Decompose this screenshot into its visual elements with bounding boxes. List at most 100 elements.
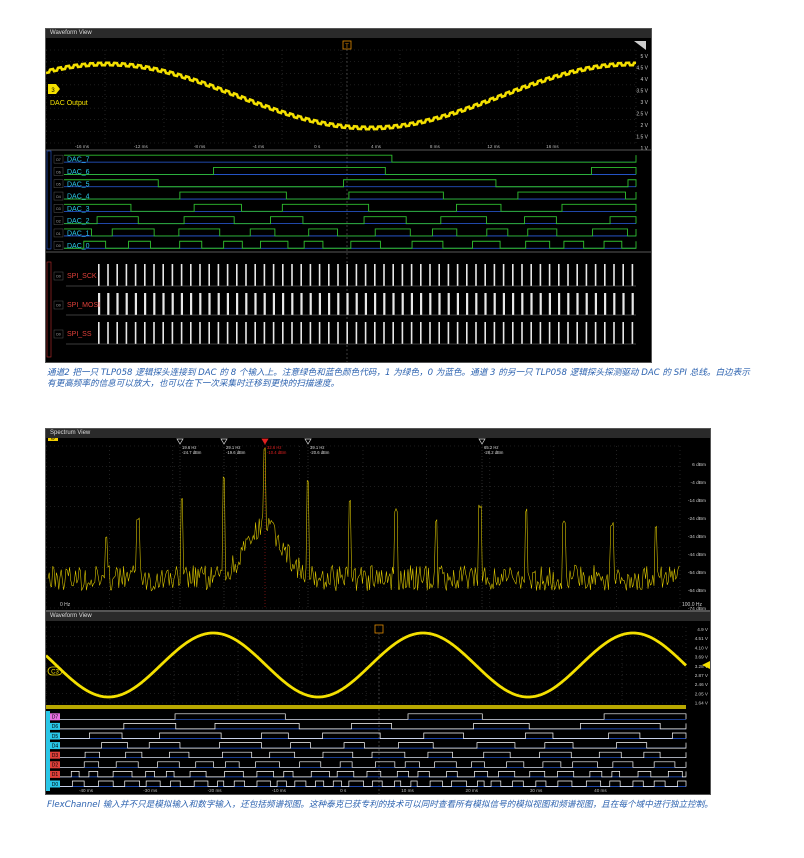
digital-trace-dac_0: [64, 240, 637, 249]
spi-edge-mark: [466, 322, 468, 344]
digital-tag: D1: [52, 772, 59, 778]
spi-edge-mark: [134, 293, 137, 315]
digital-tag: D0: [56, 244, 61, 248]
spi-edge-mark: [374, 264, 376, 286]
digital-tag: D6: [56, 170, 61, 174]
digital-label: DAC_5: [67, 181, 90, 188]
analog-y-tick: 1.5 V: [636, 135, 648, 141]
spi-edge-mark: [447, 293, 450, 315]
spectrum-marker-level: -20.6 dBm: [310, 450, 330, 455]
spi-edge-mark: [208, 264, 210, 286]
bus-bracket: [46, 711, 50, 791]
spi-edge-mark: [466, 293, 469, 315]
digital-tag: D3: [56, 207, 61, 211]
spectrum-canvas[interactable]: b 6 dBm -4 dBm -14 dBm -24 dBm -34 dBm -44 dBm…: [46, 438, 710, 610]
spi-edge-mark: [484, 293, 487, 315]
spi-edge-mark: [282, 322, 284, 344]
spi-edge-mark: [604, 264, 606, 286]
spi-edge-mark: [226, 264, 229, 286]
digital-tag: D4: [52, 743, 59, 749]
spi-edge-mark: [236, 322, 238, 344]
spi-edge-mark: [144, 322, 146, 344]
digital-trace-dac_6: [64, 167, 637, 175]
spi-edge-mark: [456, 264, 459, 286]
spi-edge-mark: [328, 322, 330, 344]
spi-edge-mark: [429, 322, 431, 344]
spi-edge-mark: [429, 264, 431, 286]
digital-label: DAC_3: [67, 206, 90, 213]
spi-edge-mark: [383, 264, 385, 286]
bottom-y-tick: 4.9 V: [697, 627, 709, 632]
spi-edge-mark: [567, 293, 570, 315]
spectrum-y-tick: -64 dBm: [688, 588, 706, 594]
spi-edge-mark: [300, 264, 302, 286]
bottom-y-tick: 4.51 V: [695, 636, 709, 641]
spi-edge-mark: [576, 322, 578, 344]
bottom-x-tick: -20 ms: [208, 788, 223, 793]
spi-edge-mark: [383, 293, 386, 315]
digital-label: DAC_6: [67, 169, 90, 176]
dac-output-label: DAC Output: [50, 100, 88, 107]
spi-edge-mark: [346, 322, 348, 344]
spi-edge-mark: [282, 264, 284, 286]
spi-edge-mark: [410, 322, 413, 344]
spi-edge-mark: [502, 264, 505, 286]
spi-edge-mark: [484, 322, 486, 344]
top-waveform-canvas[interactable]: T5 V4.5 V4 V3.5 V3 V2.5 V2 V1.5 V1 V-16 …: [46, 38, 651, 362]
spi-edge-mark: [548, 293, 551, 315]
spi-edge-mark: [585, 264, 588, 286]
spectrum-marker-icon: [261, 438, 269, 445]
spi-edge-mark: [585, 322, 588, 344]
digital-label: DAC_4: [67, 194, 90, 201]
spi-edge-mark: [190, 293, 193, 315]
digital-tag: D1: [56, 232, 61, 236]
caption-bottom: FlexChannel 输入并不只是模拟输入和数字输入，还包括频谱视图。这种泰克…: [47, 800, 777, 811]
digital-tag: D5: [56, 183, 61, 187]
spi-edge-mark: [254, 293, 257, 315]
digital-trace-dac_3: [64, 203, 637, 212]
spi-edge-mark: [512, 322, 514, 344]
spi-edge-mark: [199, 293, 202, 315]
spi-edge-mark: [291, 293, 294, 315]
bottom-x-tick: 20 ms: [466, 788, 479, 793]
spi-edge-mark: [309, 264, 312, 286]
digital-trace-dac_2: [64, 216, 637, 225]
spi-edge-mark: [116, 322, 118, 344]
spi-edge-mark: [576, 264, 578, 286]
spi-edge-mark: [144, 264, 146, 286]
spi-edge-mark: [337, 264, 339, 286]
spi-edge-mark: [355, 264, 358, 286]
bottom-x-tick: -30 ms: [143, 788, 158, 793]
spi-edge-mark: [567, 322, 569, 344]
spi-edge-mark: [309, 322, 312, 344]
digital-tag: D6: [52, 724, 59, 730]
bottom-waveform-canvas[interactable]: 4.9 V4.51 V4.10 V3.69 V3.28 V2.87 V2.46 …: [46, 621, 710, 794]
spi-edge-mark: [263, 322, 266, 344]
spi-edge-mark: [116, 293, 119, 315]
analog-x-tick: 8 ms: [430, 144, 441, 149]
digital-trace: [60, 732, 687, 739]
spi-edge-mark: [521, 264, 523, 286]
spi-edge-mark: [125, 322, 128, 344]
bottom-view-title: Waveform View: [50, 613, 92, 619]
spi-edge-mark: [558, 264, 560, 286]
spi-edge-mark: [364, 264, 367, 286]
spi-edge-mark: [456, 322, 459, 344]
digital-trace-dac_5: [64, 179, 637, 188]
spi-edge-mark: [502, 322, 505, 344]
bottom-y-tick: 3.69 V: [695, 655, 709, 660]
digital-tag: D5: [52, 734, 59, 740]
spi-edge-mark: [401, 322, 404, 344]
spi-edge-mark: [180, 264, 183, 286]
spi-edge-mark: [429, 293, 432, 315]
digital-tag: D4: [56, 195, 61, 199]
spi-edge-mark: [576, 293, 579, 315]
analog-y-tick: 5 V: [640, 54, 648, 60]
spi-edge-mark: [530, 264, 532, 286]
spi-edge-mark: [318, 264, 321, 286]
spi-edge-mark: [410, 264, 413, 286]
spi-edge-mark: [199, 322, 201, 344]
spi-edge-mark: [162, 293, 165, 315]
spi-label: SPI_MOSI: [67, 302, 100, 309]
spi-edge-mark: [392, 293, 395, 315]
